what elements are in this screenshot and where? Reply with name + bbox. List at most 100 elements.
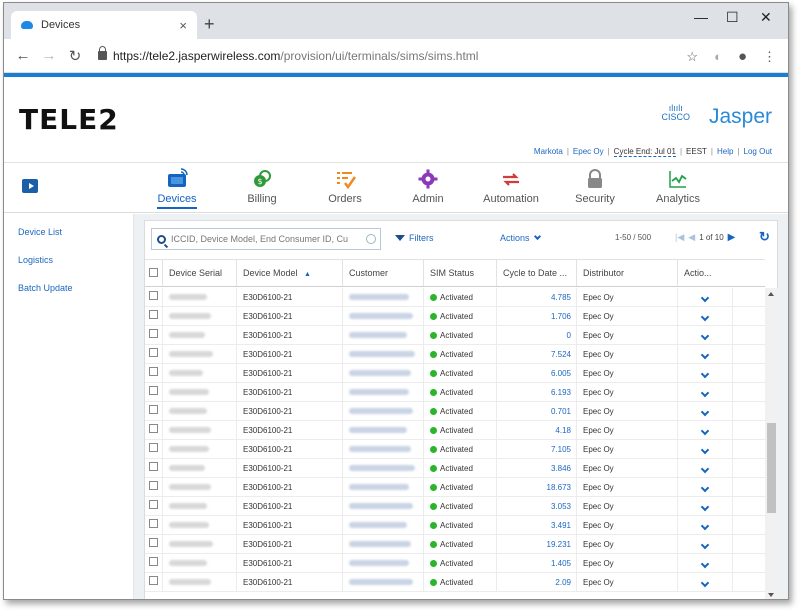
chevron-down-icon[interactable] xyxy=(700,521,710,531)
cycle-end[interactable]: Cycle End: Jul 01 xyxy=(613,147,676,157)
header-device-serial[interactable]: Device Serial xyxy=(163,260,237,286)
row-checkbox[interactable] xyxy=(145,402,163,420)
nav-orders[interactable]: Orders xyxy=(305,167,385,205)
row-actions-cell[interactable] xyxy=(678,364,733,382)
customer-cell[interactable] xyxy=(343,364,424,382)
table-row[interactable]: E30D6100-21 Activated 18.673 Epec Oy xyxy=(145,478,765,497)
device-serial-cell[interactable] xyxy=(163,345,237,363)
org-link[interactable]: Epec Oy xyxy=(573,147,604,157)
header-customer[interactable]: Customer xyxy=(343,260,424,286)
row-checkbox[interactable] xyxy=(145,288,163,306)
row-checkbox[interactable] xyxy=(145,554,163,572)
new-tab-button[interactable]: + xyxy=(204,15,215,33)
table-row[interactable]: E30D6100-21 Activated 4.18 Epec Oy xyxy=(145,421,765,440)
table-row[interactable]: E30D6100-21 Activated 6.193 Epec Oy xyxy=(145,383,765,402)
device-serial-cell[interactable] xyxy=(163,421,237,439)
row-actions-cell[interactable] xyxy=(678,459,733,477)
chevron-down-icon[interactable] xyxy=(700,331,710,341)
close-window-button[interactable]: ✕ xyxy=(760,9,772,26)
device-serial-cell[interactable] xyxy=(163,402,237,420)
header-sim-status[interactable]: SIM Status xyxy=(424,260,497,286)
maximize-button[interactable]: ☐ xyxy=(726,9,739,26)
refresh-icon[interactable]: ↻ xyxy=(759,229,770,245)
header-distributor[interactable]: Distributor xyxy=(577,260,678,286)
table-row[interactable]: E30D6100-21 Activated 6.005 Epec Oy xyxy=(145,364,765,383)
chevron-down-icon[interactable] xyxy=(700,578,710,588)
sidebar-toggle-icon[interactable] xyxy=(22,179,38,193)
device-serial-cell[interactable] xyxy=(163,554,237,572)
device-serial-cell[interactable] xyxy=(163,288,237,306)
row-actions-cell[interactable] xyxy=(678,497,733,515)
minimize-button[interactable]: — xyxy=(694,9,708,25)
chevron-down-icon[interactable] xyxy=(700,559,710,569)
row-checkbox[interactable] xyxy=(145,497,163,515)
device-serial-cell[interactable] xyxy=(163,573,237,591)
customer-cell[interactable] xyxy=(343,307,424,325)
back-arrow-icon[interactable]: ← xyxy=(10,47,36,64)
customer-cell[interactable] xyxy=(343,402,424,420)
next-page-icon[interactable]: ▶ xyxy=(728,232,736,243)
extension-icon[interactable]: ◐ xyxy=(714,49,722,64)
row-actions-cell[interactable] xyxy=(678,345,733,363)
device-serial-cell[interactable] xyxy=(163,497,237,515)
row-checkbox[interactable] xyxy=(145,307,163,325)
customer-cell[interactable] xyxy=(343,440,424,458)
menu-kebab-icon[interactable]: ⋮ xyxy=(763,49,776,65)
row-actions-cell[interactable] xyxy=(678,288,733,306)
table-row[interactable]: E30D6100-21 Activated 0 Epec Oy xyxy=(145,326,765,345)
reload-icon[interactable]: ↻ xyxy=(62,47,88,65)
chevron-down-icon[interactable] xyxy=(700,312,710,322)
header-actions[interactable]: Actio... xyxy=(678,260,733,286)
customer-cell[interactable] xyxy=(343,459,424,477)
customer-cell[interactable] xyxy=(343,478,424,496)
device-serial-cell[interactable] xyxy=(163,478,237,496)
customer-cell[interactable] xyxy=(343,345,424,363)
scroll-thumb[interactable] xyxy=(767,423,776,513)
row-checkbox[interactable] xyxy=(145,364,163,382)
nav-devices[interactable]: Devices xyxy=(137,167,217,209)
table-row[interactable]: E30D6100-21 Activated 3.491 Epec Oy xyxy=(145,516,765,535)
table-row[interactable]: E30D6100-21 Activated 2.09 Epec Oy xyxy=(145,573,765,592)
header-cycle-to-date[interactable]: Cycle to Date ... xyxy=(497,260,577,286)
nav-automation[interactable]: Automation xyxy=(471,167,551,205)
row-actions-cell[interactable] xyxy=(678,383,733,401)
chevron-down-icon[interactable] xyxy=(700,369,710,379)
row-checkbox[interactable] xyxy=(145,478,163,496)
tele2-logo[interactable]: TELE2 xyxy=(19,103,119,136)
chevron-down-icon[interactable] xyxy=(700,483,710,493)
table-row[interactable]: E30D6100-21 Activated 4.785 Epec Oy xyxy=(145,288,765,307)
browser-tab[interactable]: Devices × xyxy=(11,11,197,39)
customer-cell[interactable] xyxy=(343,573,424,591)
customer-cell[interactable] xyxy=(343,535,424,553)
table-row[interactable]: E30D6100-21 Activated 7.105 Epec Oy xyxy=(145,440,765,459)
row-checkbox[interactable] xyxy=(145,383,163,401)
row-checkbox[interactable] xyxy=(145,459,163,477)
chevron-down-icon[interactable] xyxy=(700,426,710,436)
nav-security[interactable]: Security xyxy=(555,167,635,205)
row-actions-cell[interactable] xyxy=(678,326,733,344)
help-link[interactable]: Help xyxy=(717,147,733,157)
row-actions-cell[interactable] xyxy=(678,516,733,534)
device-serial-cell[interactable] xyxy=(163,326,237,344)
device-serial-cell[interactable] xyxy=(163,516,237,534)
url-field[interactable]: https://tele2.jasperwireless.com/provisi… xyxy=(98,46,478,63)
sidebar-item-device-list[interactable]: Device List xyxy=(4,214,133,242)
nav-admin[interactable]: Admin xyxy=(388,167,468,205)
chevron-down-icon[interactable] xyxy=(700,350,710,360)
chevron-down-icon[interactable] xyxy=(700,502,710,512)
customer-cell[interactable] xyxy=(343,497,424,515)
account-icon[interactable]: ● xyxy=(738,48,747,65)
sidebar-item-logistics[interactable]: Logistics xyxy=(4,242,133,270)
customer-cell[interactable] xyxy=(343,383,424,401)
table-row[interactable]: E30D6100-21 Activated 1.706 Epec Oy xyxy=(145,307,765,326)
row-actions-cell[interactable] xyxy=(678,535,733,553)
row-actions-cell[interactable] xyxy=(678,402,733,420)
row-actions-cell[interactable] xyxy=(678,307,733,325)
chevron-down-icon[interactable] xyxy=(700,388,710,398)
table-row[interactable]: E30D6100-21 Activated 7.524 Epec Oy xyxy=(145,345,765,364)
device-serial-cell[interactable] xyxy=(163,307,237,325)
scroll-down-icon[interactable] xyxy=(768,593,774,597)
row-checkbox[interactable] xyxy=(145,421,163,439)
forward-arrow-icon[interactable]: → xyxy=(36,47,62,64)
table-row[interactable]: E30D6100-21 Activated 1.405 Epec Oy xyxy=(145,554,765,573)
